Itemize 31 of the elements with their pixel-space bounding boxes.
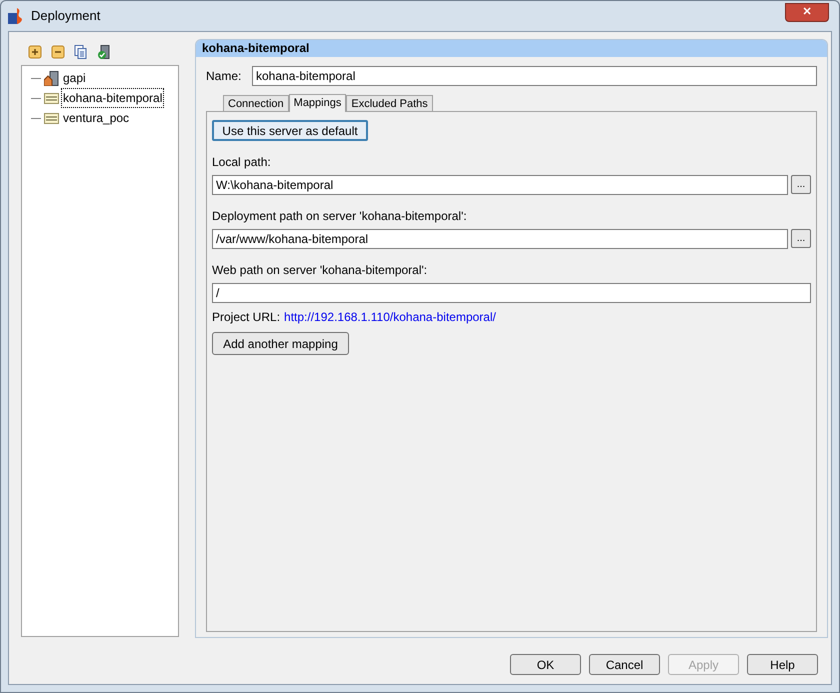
browse-button[interactable]: ... (791, 229, 811, 248)
field-label: Web path on server 'kohana-bitemporal': (212, 262, 428, 279)
add-icon[interactable] (27, 44, 43, 60)
name-label: Name: (206, 68, 242, 85)
copy-icon[interactable] (73, 44, 89, 60)
field-label: Deployment path on server 'kohana-bitemporal': (212, 208, 468, 225)
tab[interactable]: Connection (223, 95, 289, 111)
tab[interactable]: Excluded Paths (346, 95, 433, 111)
path-field[interactable]: / (212, 283, 811, 303)
browse-button[interactable]: ... (791, 175, 811, 194)
project-url-label: Project URL: (212, 309, 280, 326)
path-field[interactable]: /var/www/kohana-bitemporal (212, 229, 788, 249)
path-field[interactable]: W:\kohana-bitemporal (212, 175, 788, 195)
project-url-link[interactable]: http://192.168.1.110/kohana-bitemporal/ (284, 308, 496, 326)
field-label: Local path: (212, 154, 272, 171)
tree-item[interactable]: kohana-bitemporal (61, 88, 164, 108)
name-field[interactable]: kohana-bitemporal (252, 66, 817, 86)
server-home-icon (44, 70, 59, 86)
dialog-button[interactable]: Help (747, 654, 818, 675)
tree-item[interactable]: ventura_poc (61, 108, 132, 128)
remove-icon[interactable] (50, 44, 66, 60)
panel-header: kohana-bitemporal (196, 40, 827, 57)
window-title: Deployment (31, 7, 100, 26)
tab[interactable]: Mappings (288, 94, 346, 112)
dialog-button[interactable]: Cancel (589, 654, 660, 675)
close-button[interactable]: ✕ (785, 2, 829, 22)
add-mapping-button[interactable]: Add another mapping (212, 332, 349, 355)
default-server-button[interactable]: Use this server as default (212, 120, 368, 141)
dialog-button[interactable]: OK (510, 654, 581, 675)
tree-item[interactable]: gapi (61, 68, 88, 88)
server-check-icon[interactable] (96, 44, 112, 60)
